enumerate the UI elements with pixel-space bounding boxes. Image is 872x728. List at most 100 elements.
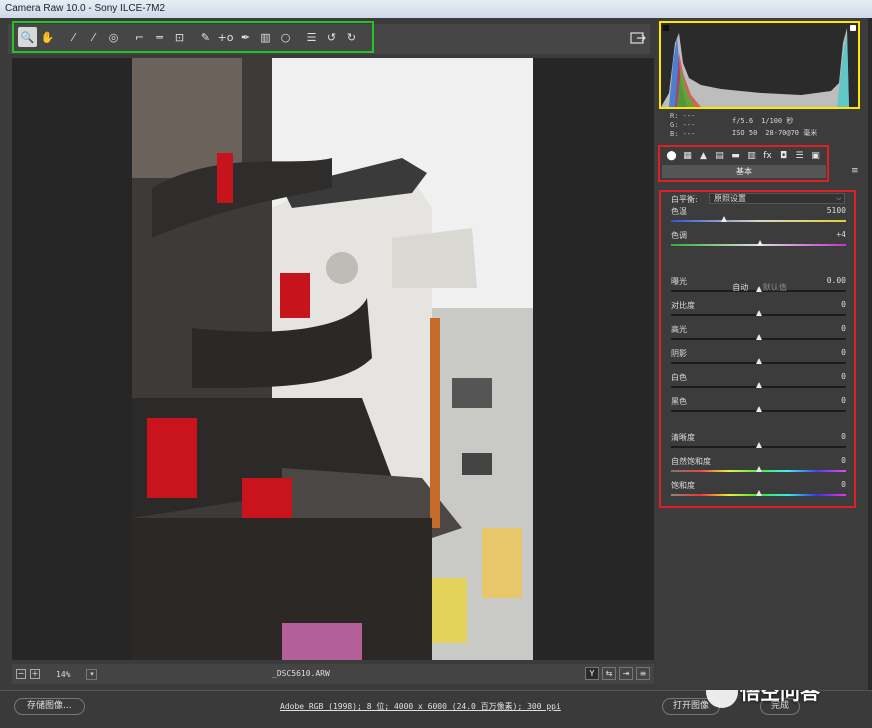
targeted-adjust-icon[interactable]: ◎ [104, 27, 123, 47]
iso: ISO 50 [732, 129, 758, 137]
contrast-slider[interactable]: 对比度 0 [671, 300, 846, 322]
blacks-value[interactable]: 0 [806, 396, 846, 405]
saturation-value[interactable]: 0 [806, 480, 846, 489]
blacks-thumb[interactable] [755, 406, 762, 412]
temp-track[interactable] [671, 220, 846, 222]
contrast-label: 对比度 [671, 301, 695, 310]
auto-button[interactable]: 自动 [732, 283, 748, 292]
saturation-label: 饱和度 [671, 481, 695, 490]
adjustment-brush-icon[interactable]: ✒ [236, 27, 255, 47]
tab-basic-icon[interactable]: ⬤ [664, 150, 679, 162]
tab-split-toning-icon[interactable]: ▬ [728, 150, 743, 162]
basic-panel: 白平衡: 原照设置 色温5100色调+4曝光0.00对比度0高光0阴影0白色0黑… [659, 190, 856, 508]
vibrance-label: 自然饱和度 [671, 457, 711, 466]
panel-name: 基本 [662, 165, 826, 178]
zoom-icon[interactable]: 🔍 [18, 27, 37, 47]
workflow-options-link[interactable]: Adobe RGB (1998); 8 位; 4000 x 6000 (24.0… [280, 701, 561, 712]
radial-filter-icon[interactable]: ○ [276, 27, 295, 47]
tint-label: 色调 [671, 231, 687, 240]
tab-hsl-icon[interactable]: ▤ [712, 150, 727, 162]
saturation-slider[interactable]: 饱和度 0 [671, 480, 846, 502]
hand-icon[interactable]: ✋ [38, 27, 57, 47]
readout-b: B: --- [670, 130, 696, 138]
temp-value[interactable]: 5100 [806, 206, 846, 215]
readout-g: G: --- [670, 121, 696, 129]
lens: 28-70@70 毫米 [765, 129, 818, 137]
transform-icon[interactable]: ⊡ [170, 27, 189, 47]
highlights-value[interactable]: 0 [806, 324, 846, 333]
vibrance-value[interactable]: 0 [806, 456, 846, 465]
rotate-cw-icon[interactable]: ↻ [342, 27, 361, 47]
temp-label: 色温 [671, 207, 687, 216]
camera-readout: R: --- G: --- B: --- f/5.6 1/100 秒 ISO 50… [666, 112, 856, 142]
highlights-thumb[interactable] [755, 334, 762, 340]
tab-tone-curve-icon[interactable]: ▦ [680, 150, 695, 162]
contrast-thumb[interactable] [755, 310, 762, 316]
preview-status-bar: − + 14% ▾ _DSC5610.ARW Y ⇆ ⇥ ≡ [12, 664, 654, 684]
shadow-clip-warning-icon[interactable] [663, 25, 669, 31]
graduated-filter-icon[interactable]: ▥ [256, 27, 275, 47]
clarity-thumb[interactable] [755, 442, 762, 448]
preferences-icon[interactable]: ☰ [302, 27, 321, 47]
temp-thumb[interactable] [720, 216, 727, 222]
tab-snapshots-icon[interactable]: ▣ [808, 150, 823, 162]
right-panel: R: --- G: --- B: --- f/5.6 1/100 秒 ISO 50… [656, 18, 872, 690]
tint-value[interactable]: +4 [806, 230, 846, 239]
vibrance-thumb[interactable] [755, 466, 762, 472]
crop-icon[interactable]: ⌐ [130, 27, 149, 47]
highlights-slider[interactable]: 高光 0 [671, 324, 846, 346]
contrast-value[interactable]: 0 [806, 300, 846, 309]
default-button[interactable]: 默认值 [763, 283, 787, 292]
blacks-label: 黑色 [671, 397, 687, 406]
whites-value[interactable]: 0 [806, 372, 846, 381]
toggle-default-icon[interactable]: ≡ [636, 667, 650, 680]
tab-lens-icon[interactable]: ▥ [744, 150, 759, 162]
filename: _DSC5610.ARW [272, 669, 330, 678]
vibrance-slider[interactable]: 自然饱和度 0 [671, 456, 846, 478]
tint-slider[interactable]: 色调 +4 [671, 230, 846, 252]
swap-settings-icon[interactable]: ⇆ [602, 667, 616, 680]
photo-preview [132, 58, 533, 660]
tab-presets-icon[interactable]: ☰ [792, 150, 807, 162]
zoom-in-button[interactable]: + [30, 669, 40, 679]
histogram [659, 21, 860, 109]
white-balance-icon[interactable]: ⁄ [64, 27, 83, 47]
before-after-toggle-icon[interactable]: Y [585, 667, 599, 680]
preview-area[interactable] [12, 58, 654, 660]
tab-fx-icon[interactable]: fx [760, 150, 775, 162]
copy-settings-icon[interactable]: ⇥ [619, 667, 633, 680]
saturation-thumb[interactable] [755, 490, 762, 496]
save-image-button[interactable]: 存储图像... [14, 698, 85, 715]
highlight-clip-warning-icon[interactable] [850, 25, 856, 31]
rotate-ccw-icon[interactable]: ↺ [322, 27, 341, 47]
straighten-icon[interactable]: ═ [150, 27, 169, 47]
color-sampler-icon[interactable]: ⁄ [84, 27, 103, 47]
temp-slider[interactable]: 色温 5100 [671, 206, 846, 228]
whites-slider[interactable]: 白色 0 [671, 372, 846, 394]
window-title: Camera Raw 10.0 - Sony ILCE-7M2 [0, 0, 872, 18]
shadows-value[interactable]: 0 [806, 348, 846, 357]
whites-thumb[interactable] [755, 382, 762, 388]
blacks-slider[interactable]: 黑色 0 [671, 396, 846, 418]
white-balance-select[interactable]: 原照设置 [709, 193, 845, 204]
shadows-slider[interactable]: 阴影 0 [671, 348, 846, 370]
whites-label: 白色 [671, 373, 687, 382]
zoom-out-button[interactable]: − [16, 669, 26, 679]
shadows-thumb[interactable] [755, 358, 762, 364]
tab-detail-icon[interactable]: ▲ [696, 150, 711, 162]
highlights-label: 高光 [671, 325, 687, 334]
clarity-label: 清晰度 [671, 433, 695, 442]
spot-removal-icon[interactable]: ✎ [196, 27, 215, 47]
red-eye-icon[interactable]: +o [216, 27, 235, 47]
tint-thumb[interactable] [757, 240, 764, 246]
tab-camera-calibration-icon[interactable]: ◘ [776, 150, 791, 162]
zoom-dropdown-icon[interactable]: ▾ [86, 668, 98, 680]
panel-menu-icon[interactable]: ≡ [851, 166, 859, 176]
export-icon[interactable] [630, 31, 646, 45]
shadows-label: 阴影 [671, 349, 687, 358]
shutter-speed: 1/100 秒 [761, 117, 794, 125]
zoom-level[interactable]: 14% [56, 670, 70, 679]
clarity-slider[interactable]: 清晰度 0 [671, 432, 846, 454]
clarity-value[interactable]: 0 [806, 432, 846, 441]
readout-r: R: --- [670, 112, 696, 120]
